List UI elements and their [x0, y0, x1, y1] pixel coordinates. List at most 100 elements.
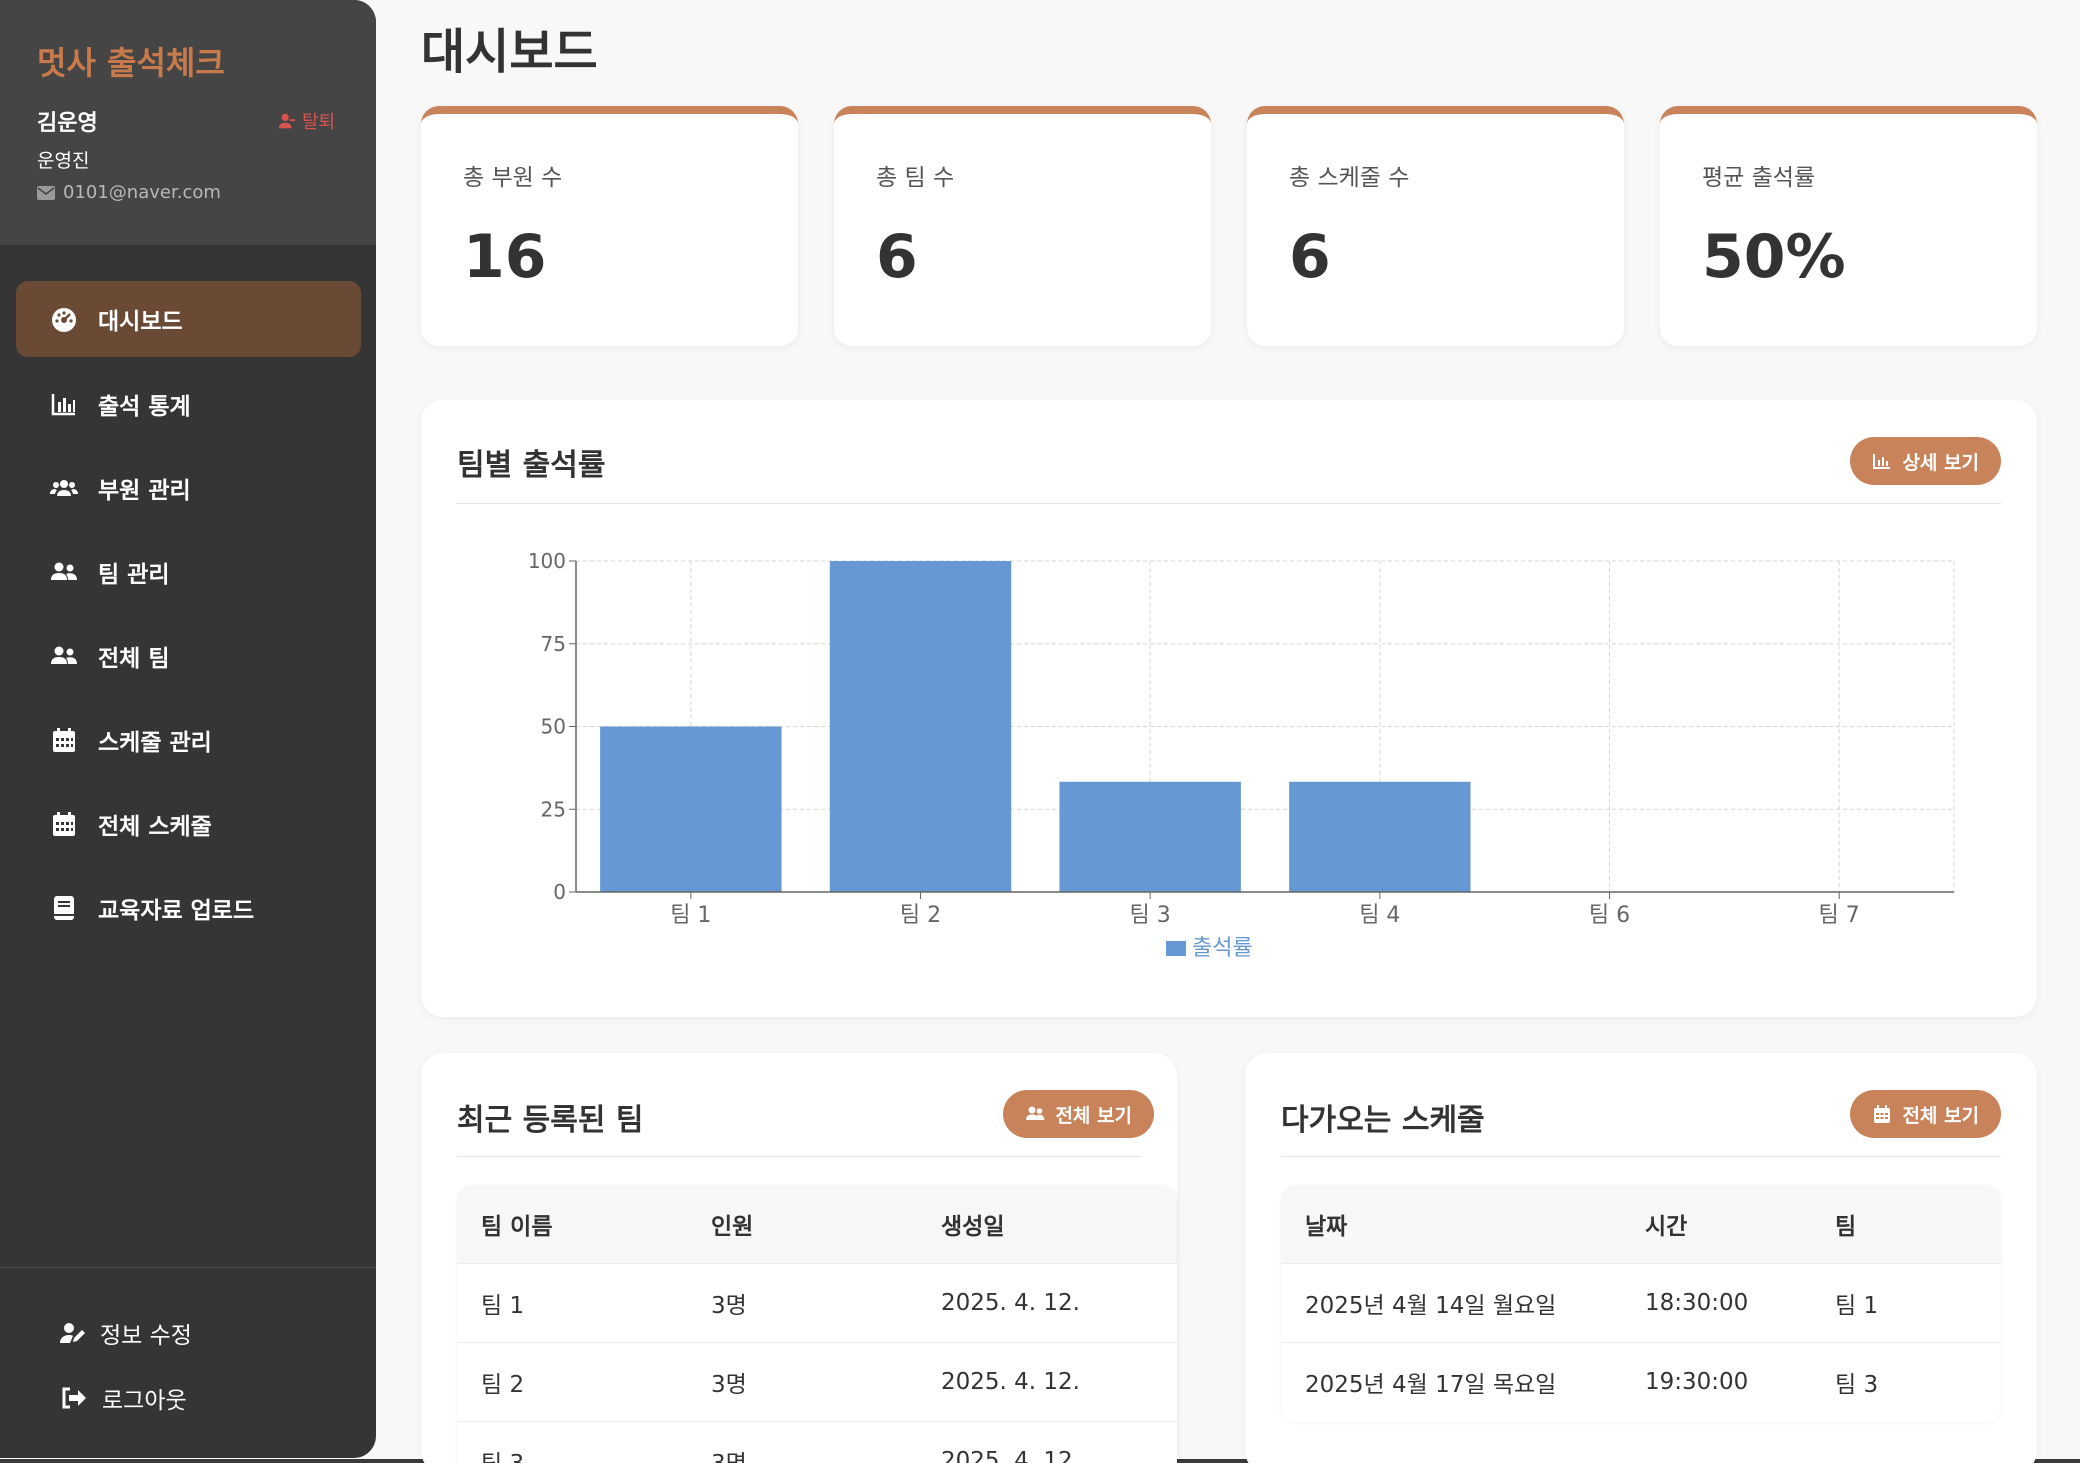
nav-all-teams[interactable]: 전체 팀	[16, 618, 361, 694]
cell-created-date: 2025. 4. 12.	[941, 1448, 1080, 1463]
user-minus-icon	[278, 113, 296, 129]
table-header: 날짜 시간 팀	[1281, 1185, 2001, 1263]
brand-title: 멋사 출석체크	[37, 44, 225, 82]
cell-team-name: 팀 3	[457, 1444, 687, 1463]
nav-label: 부원 관리	[98, 478, 191, 504]
cell-time: 18:30:00	[1645, 1290, 1749, 1316]
all-teams-label: 전체 보기	[1055, 1104, 1132, 1127]
stat-value: 50%	[1702, 222, 1846, 292]
stat-card-schedules: 총 스케줄 수 6	[1247, 106, 1624, 346]
recent-teams-table: 팀 이름 인원 생성일 팀 1 3명 2025. 4. 12. 팀 2 3명 2…	[457, 1185, 1177, 1463]
nav-label: 스케줄 관리	[98, 730, 212, 756]
upcoming-schedule-panel: 다가오는 스케줄 전체 보기 날짜 시간 팀 2025년 4월 14일 월요일 …	[1245, 1053, 2037, 1463]
x-tick-label: 팀 4	[1359, 903, 1400, 928]
edit-profile-link[interactable]: 정보 수정	[60, 1316, 192, 1350]
calendar-icon	[50, 810, 78, 838]
y-tick-label: 75	[541, 632, 566, 656]
nav-attendance-stats[interactable]: 출석 통계	[16, 366, 361, 442]
y-tick-label: 25	[541, 797, 566, 821]
sidebar: 멋사 출석체크 김운영 탈퇴 운영진 0101@naver.com 대시보드 출…	[0, 0, 376, 1458]
bar-3	[1059, 781, 1241, 892]
panel-divider	[1281, 1156, 2001, 1157]
user-group-icon	[50, 558, 78, 586]
logout-icon	[62, 1387, 86, 1409]
cell-team-name: 팀 1	[481, 1293, 525, 1319]
nav-schedule-management[interactable]: 스케줄 관리	[16, 702, 361, 778]
user-group-icon	[1026, 1106, 1045, 1120]
user-role: 운영진	[37, 150, 90, 172]
column-header: 시간	[1645, 1214, 1688, 1240]
all-schedules-label: 전체 보기	[1902, 1104, 1979, 1127]
team-attendance-panel: 팀별 출석률 상세 보기 0 25 50 75 100 팀 1팀 2팀 3팀 4팀 6팀 …	[421, 400, 2037, 1017]
table-header: 팀 이름 인원 생성일	[457, 1185, 1177, 1263]
nav-label: 전체 스케줄	[98, 814, 212, 840]
bar-chart-icon	[50, 390, 78, 418]
logout-link[interactable]: 로그아웃	[60, 1381, 187, 1415]
bar-2	[829, 561, 1012, 892]
column-header: 팀 이름	[481, 1214, 553, 1240]
withdraw-link[interactable]: 탈퇴	[278, 108, 335, 134]
cell-member-count: 3명	[687, 1444, 917, 1463]
stat-card-members: 총 부원 수 16	[421, 106, 798, 346]
cell-created-date: 2025. 4. 12.	[941, 1369, 1080, 1395]
cell-team-name: 팀 2	[481, 1372, 525, 1398]
table-row: 2025년 4월 17일 목요일 19:30:00 팀 3	[1281, 1342, 2001, 1421]
nav-material-upload[interactable]: 교육자료 업로드	[16, 870, 361, 946]
column-header: 팀	[1835, 1214, 1857, 1240]
profile-section: 멋사 출석체크 김운영 탈퇴 운영진 0101@naver.com	[0, 0, 376, 245]
table-row: 팀 2 3명 2025. 4. 12.	[457, 1342, 1177, 1421]
column-header: 날짜	[1305, 1214, 1348, 1240]
page-title: 대시보드	[421, 24, 598, 80]
nav-all-schedules[interactable]: 전체 스케줄	[16, 786, 361, 862]
all-teams-button[interactable]: 전체 보기	[1003, 1090, 1154, 1138]
panel-divider	[457, 1156, 1141, 1157]
cell-member-count: 3명	[711, 1372, 747, 1398]
stat-label: 총 팀 수	[876, 165, 955, 191]
user-name: 김운영	[37, 111, 98, 136]
stat-label: 평균 출석률	[1702, 165, 1816, 191]
calendar-icon	[50, 726, 78, 754]
withdraw-label: 탈퇴	[302, 112, 336, 133]
legend-swatch	[1166, 941, 1186, 956]
nav-dashboard[interactable]: 대시보드	[16, 281, 361, 357]
nav-team-management[interactable]: 팀 관리	[16, 534, 361, 610]
cell-created-date: 2025. 4. 12.	[941, 1290, 1080, 1316]
stat-card-attendance-rate: 평균 출석률 50%	[1660, 106, 2037, 346]
cell-date: 2025년 4월 14일 월요일	[1305, 1293, 1557, 1319]
panel-title: 최근 등록된 팀	[457, 1103, 644, 1138]
users-icon	[50, 474, 78, 502]
all-schedules-button[interactable]: 전체 보기	[1850, 1090, 2001, 1138]
x-tick-label: 팀 7	[1819, 903, 1860, 928]
cell-team: 팀 1	[1835, 1293, 1879, 1319]
x-tick-label: 팀 2	[900, 903, 941, 928]
user-email: 0101@naver.com	[37, 182, 221, 203]
bar-4	[1289, 781, 1471, 892]
table-row: 팀 3 3명 2025. 4. 12.	[457, 1421, 1177, 1463]
nav-member-management[interactable]: 부원 관리	[16, 450, 361, 526]
stat-value: 16	[463, 222, 547, 292]
nav-label: 전체 팀	[98, 646, 170, 672]
user-edit-icon	[60, 1323, 85, 1343]
nav-label: 팀 관리	[98, 562, 170, 588]
y-tick-label: 100	[528, 549, 566, 573]
calendar-icon	[1874, 1105, 1891, 1123]
y-tick-label: 0	[553, 880, 566, 904]
gauge-icon	[50, 305, 78, 333]
y-tick-label: 50	[541, 715, 566, 739]
legend-label: 출석률	[1192, 936, 1253, 961]
column-header: 생성일	[941, 1214, 1005, 1240]
panel-title: 다가오는 스케줄	[1281, 1103, 1485, 1138]
book-icon	[50, 894, 78, 922]
x-tick-label: 팀 6	[1589, 903, 1630, 928]
logout-label: 로그아웃	[102, 1388, 187, 1414]
stat-value: 6	[1289, 222, 1331, 292]
envelope-icon	[37, 185, 55, 200]
attendance-bar-chart: 0 25 50 75 100 팀 1 팀 2 팀 3 팀 4 팀 6 팀 7 출석률	[528, 549, 1955, 961]
cell-date: 2025년 4월 17일 목요일	[1305, 1372, 1557, 1398]
cell-team: 팀 3	[1835, 1372, 1879, 1398]
stat-label: 총 스케줄 수	[1289, 165, 1410, 191]
upcoming-schedule-table: 날짜 시간 팀 2025년 4월 14일 월요일 18:30:00 팀 1 20…	[1281, 1185, 2001, 1422]
nav-label: 출석 통계	[98, 394, 191, 420]
user-group-icon	[50, 642, 78, 670]
x-tick-label: 팀 1	[670, 903, 711, 928]
